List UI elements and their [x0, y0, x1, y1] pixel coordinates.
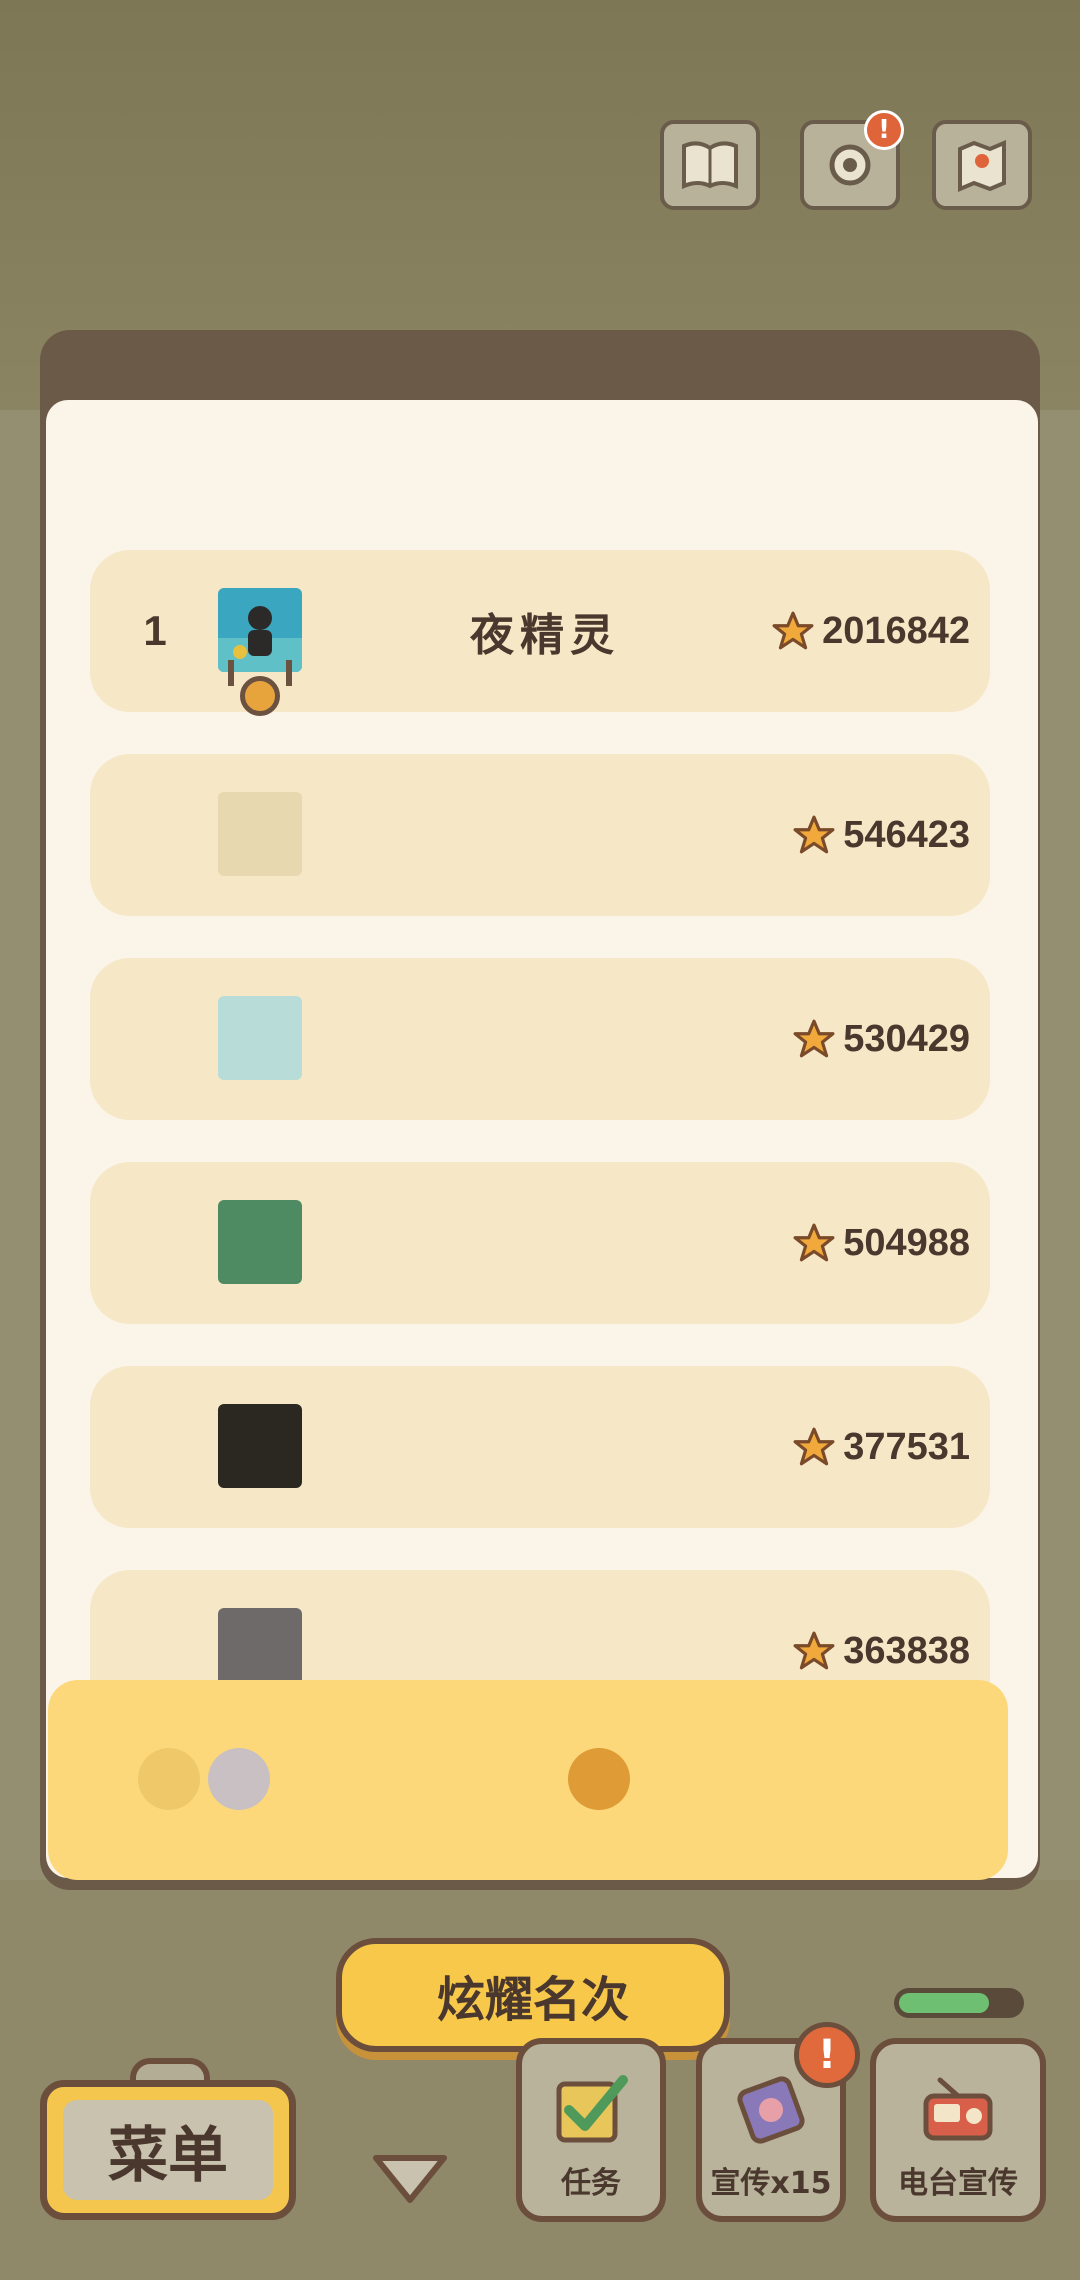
player-avatar[interactable]: [218, 996, 302, 1080]
book-icon: [682, 141, 738, 190]
score: 2016842: [772, 610, 970, 653]
star-icon: [793, 1427, 835, 1466]
score-value: 504988: [843, 1221, 970, 1264]
player-avatar[interactable]: [218, 1200, 302, 1284]
gold-medal-icon: [240, 676, 280, 716]
rank-number: 1: [143, 607, 167, 654]
star-icon: [793, 1019, 835, 1058]
leaderboard-list[interactable]: 1 夜精灵 2016842 546423 530429 504988 37753…: [90, 550, 990, 1774]
menu-button[interactable]: 菜单: [40, 2080, 296, 2220]
chevron-down-icon[interactable]: [370, 2150, 450, 2206]
score: 377531: [793, 1426, 970, 1469]
notification-badge: !: [864, 110, 904, 150]
radio-label: 电台宣传: [898, 2166, 1018, 2201]
score: 363838: [793, 1630, 970, 1673]
score-value: 377531: [843, 1425, 970, 1468]
score-value: 363838: [843, 1629, 970, 1672]
tasks-label: 任务: [561, 2166, 621, 2201]
leaderboard-panel: 1 夜精灵 2016842 546423 530429 504988 37753…: [46, 400, 1038, 1878]
promote-button[interactable]: 宣传x15 !: [696, 2022, 860, 2222]
show-rank-label: 炫耀名次: [436, 1972, 629, 2028]
star-icon: [793, 1223, 835, 1262]
promote-label: 宣传x15: [710, 2166, 832, 2201]
progress-bar: [894, 1988, 1024, 2018]
score-value: 546423: [843, 813, 970, 856]
player-avatar[interactable]: [218, 792, 302, 876]
map-icon: [958, 139, 1006, 193]
star-icon: [793, 1631, 835, 1670]
menu-board: 菜单: [63, 2100, 273, 2200]
radio-button[interactable]: 电台宣传: [870, 2038, 1046, 2222]
my-score: [568, 1748, 630, 1810]
score: 530429: [793, 1018, 970, 1061]
checkbox-icon: [556, 2075, 628, 2143]
score: 504988: [793, 1222, 970, 1265]
flyer-icon: [737, 2076, 805, 2144]
score: 546423: [793, 814, 970, 857]
leaderboard-row[interactable]: 530429: [90, 958, 990, 1120]
map-button[interactable]: [932, 120, 1032, 210]
my-rank-row[interactable]: [48, 1680, 1008, 1880]
settings-button[interactable]: !: [800, 110, 904, 210]
score-value: 2016842: [822, 609, 970, 652]
leaderboard-row[interactable]: 546423: [90, 754, 990, 916]
player-avatar[interactable]: [218, 1404, 302, 1488]
tasks-button[interactable]: 任务: [516, 2038, 666, 2222]
radio-icon: [923, 2077, 993, 2141]
leaderboard-row[interactable]: 377531: [90, 1366, 990, 1528]
leaderboard-row[interactable]: 1 夜精灵 2016842: [90, 550, 990, 716]
leaderboard-row[interactable]: 504988: [90, 1162, 990, 1324]
show-rank-button[interactable]: 炫耀名次: [336, 1938, 730, 2052]
star-icon: [772, 611, 814, 650]
progress-fill: [899, 1993, 989, 2013]
menu-label: 菜单: [108, 2120, 228, 2191]
my-avatar[interactable]: [208, 1748, 270, 1810]
alert-badge: !: [794, 2022, 860, 2088]
panel-header: [46, 400, 1038, 530]
score-value: 530429: [843, 1017, 970, 1060]
my-rank-number: [138, 1748, 200, 1810]
gear-icon: [829, 144, 871, 186]
star-icon: [793, 815, 835, 854]
book-button[interactable]: [660, 120, 760, 210]
